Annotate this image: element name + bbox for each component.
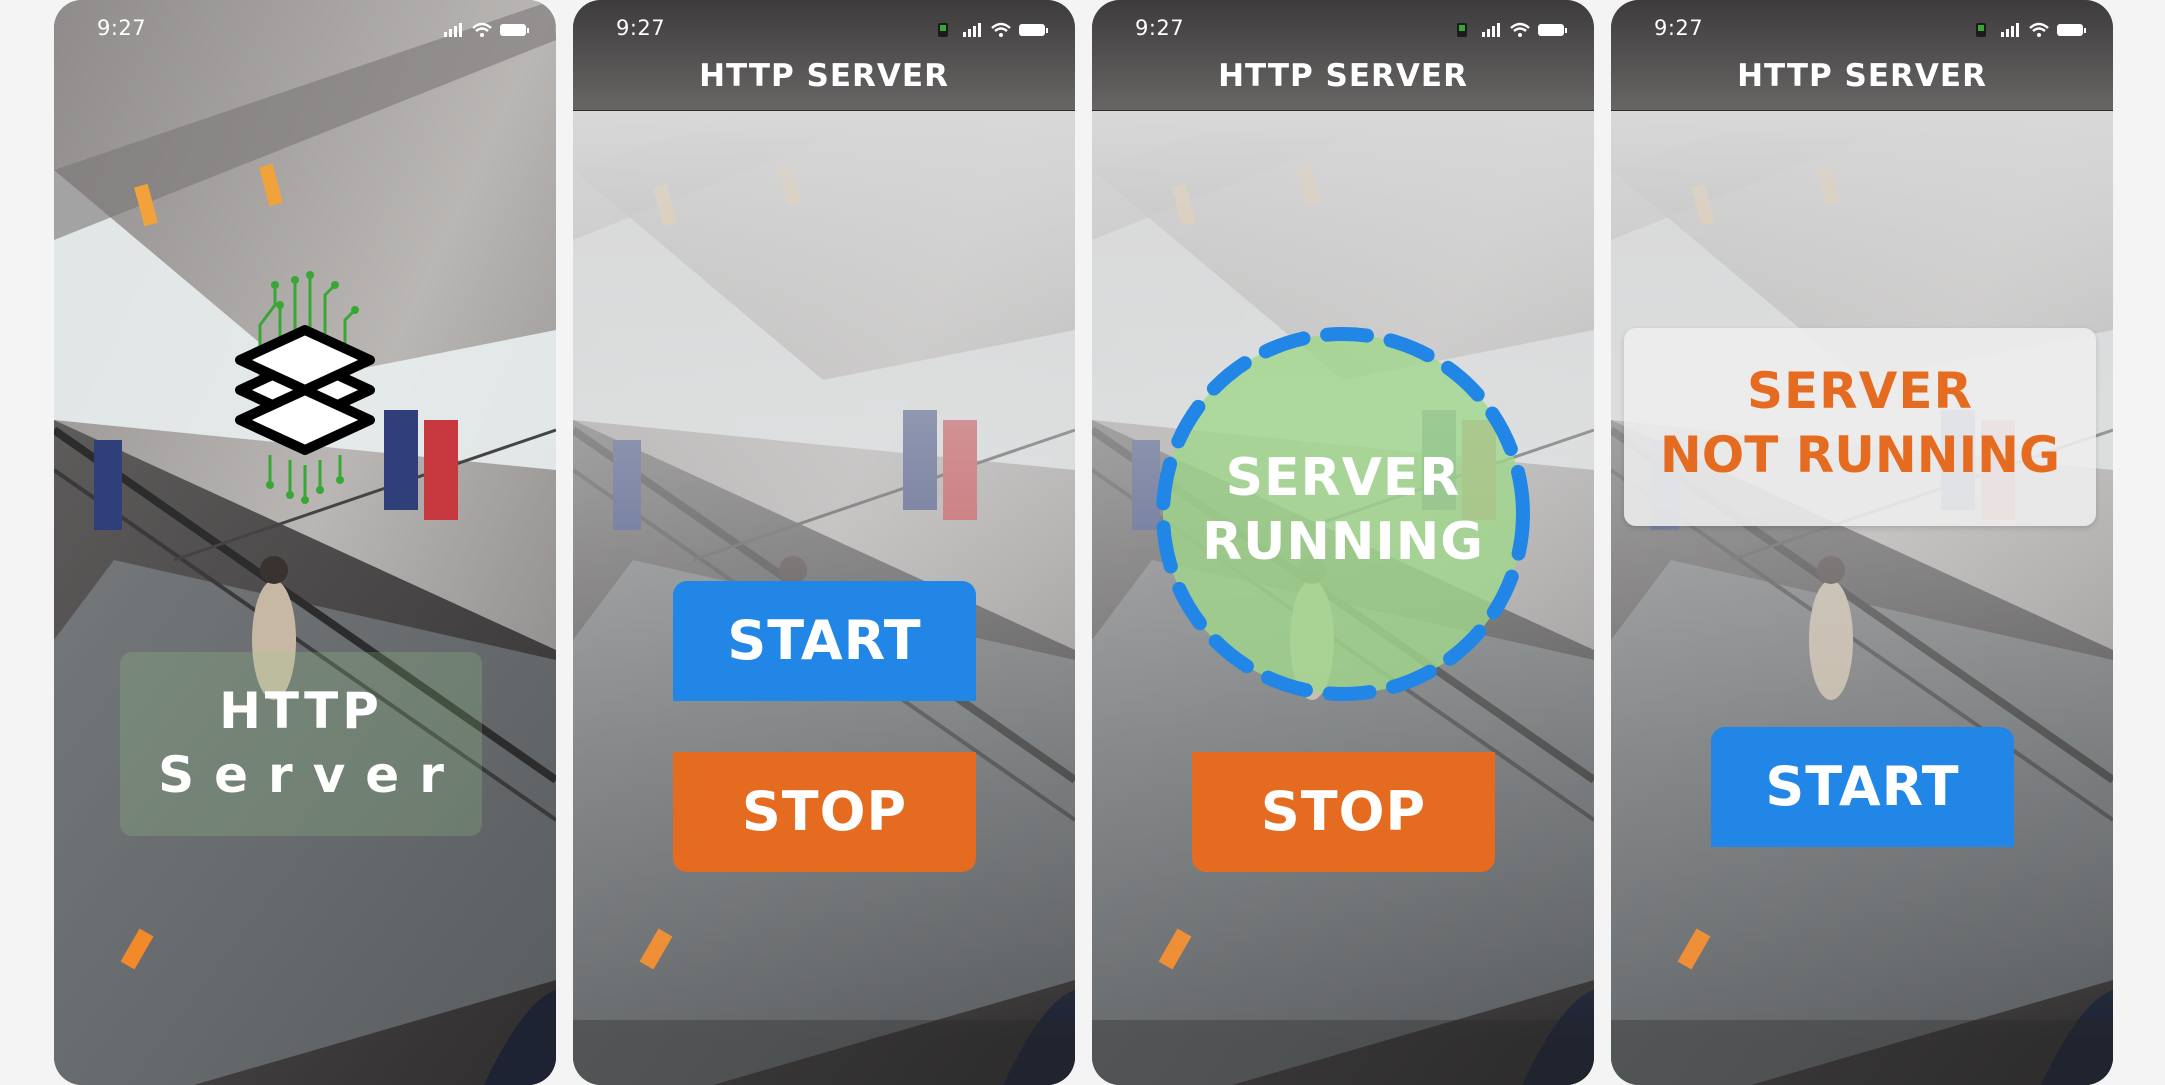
splash-screen: 9:27 HTTP Server: [54, 0, 556, 1085]
status-icons: [1976, 22, 2086, 37]
not-running-status-line2: NOT RUNNING: [1659, 426, 2061, 484]
status-bar: 9:27: [1092, 0, 1594, 60]
battery-icon: [1019, 24, 1048, 36]
not-running-status-line1: SERVER: [1746, 362, 1974, 420]
stopped-screen: HTTP SERVER 9:27 SERVER NOT RUNNING STAR…: [1611, 0, 2113, 1085]
bottom-shade: [573, 1020, 1075, 1085]
battery-icon: [1538, 24, 1567, 36]
nav-title: HTTP SERVER: [1737, 58, 1987, 94]
wifi-icon: [1510, 22, 1530, 37]
wifi-icon: [472, 22, 492, 37]
running-screen: HTTP SERVER 9:27 SERVER RUNNING STOP: [1092, 0, 1594, 1085]
status-time: 9:27: [616, 16, 666, 40]
control-screen: HTTP SERVER 9:27 START STOP: [573, 0, 1075, 1085]
app-indicator-icon: [1976, 23, 1986, 37]
status-bar: 9:27: [1611, 0, 2113, 60]
escalator-background: [54, 0, 556, 1085]
status-bar: 9:27: [573, 0, 1075, 60]
start-button[interactable]: START: [673, 581, 976, 701]
running-status-line2: RUNNING: [1202, 512, 1484, 572]
nav-title: HTTP SERVER: [1218, 58, 1468, 94]
server-stack-logo: [235, 271, 375, 504]
status-time: 9:27: [97, 16, 147, 40]
wifi-icon: [991, 22, 1011, 37]
splash-title-panel: [120, 652, 482, 836]
bottom-shade: [1092, 1020, 1594, 1085]
start-button[interactable]: START: [1711, 727, 2014, 847]
app-indicator-icon: [938, 23, 948, 37]
battery-icon: [2057, 24, 2086, 36]
stop-button[interactable]: STOP: [1192, 752, 1495, 872]
status-icons: [444, 22, 529, 37]
background-overlay: [573, 110, 1075, 1040]
splash-title-line2: Server: [158, 746, 464, 804]
app-indicator-icon: [1457, 23, 1467, 37]
battery-icon: [500, 24, 529, 36]
status-icons: [1457, 22, 1567, 37]
status-time: 9:27: [1654, 16, 1704, 40]
signal-icon: [963, 23, 981, 37]
signal-icon: [2001, 23, 2019, 37]
splash-title-line1: HTTP: [219, 682, 383, 740]
running-status-line1: SERVER: [1225, 448, 1461, 508]
status-time: 9:27: [1135, 16, 1185, 40]
nav-title: HTTP SERVER: [699, 58, 949, 94]
stop-button[interactable]: STOP: [673, 752, 976, 872]
status-icons: [938, 22, 1048, 37]
background-overlay: [1611, 110, 2113, 1040]
signal-icon: [444, 23, 462, 37]
signal-icon: [1482, 23, 1500, 37]
wifi-icon: [2029, 22, 2049, 37]
status-bar: 9:27: [54, 0, 556, 60]
bottom-shade: [1611, 1020, 2113, 1085]
